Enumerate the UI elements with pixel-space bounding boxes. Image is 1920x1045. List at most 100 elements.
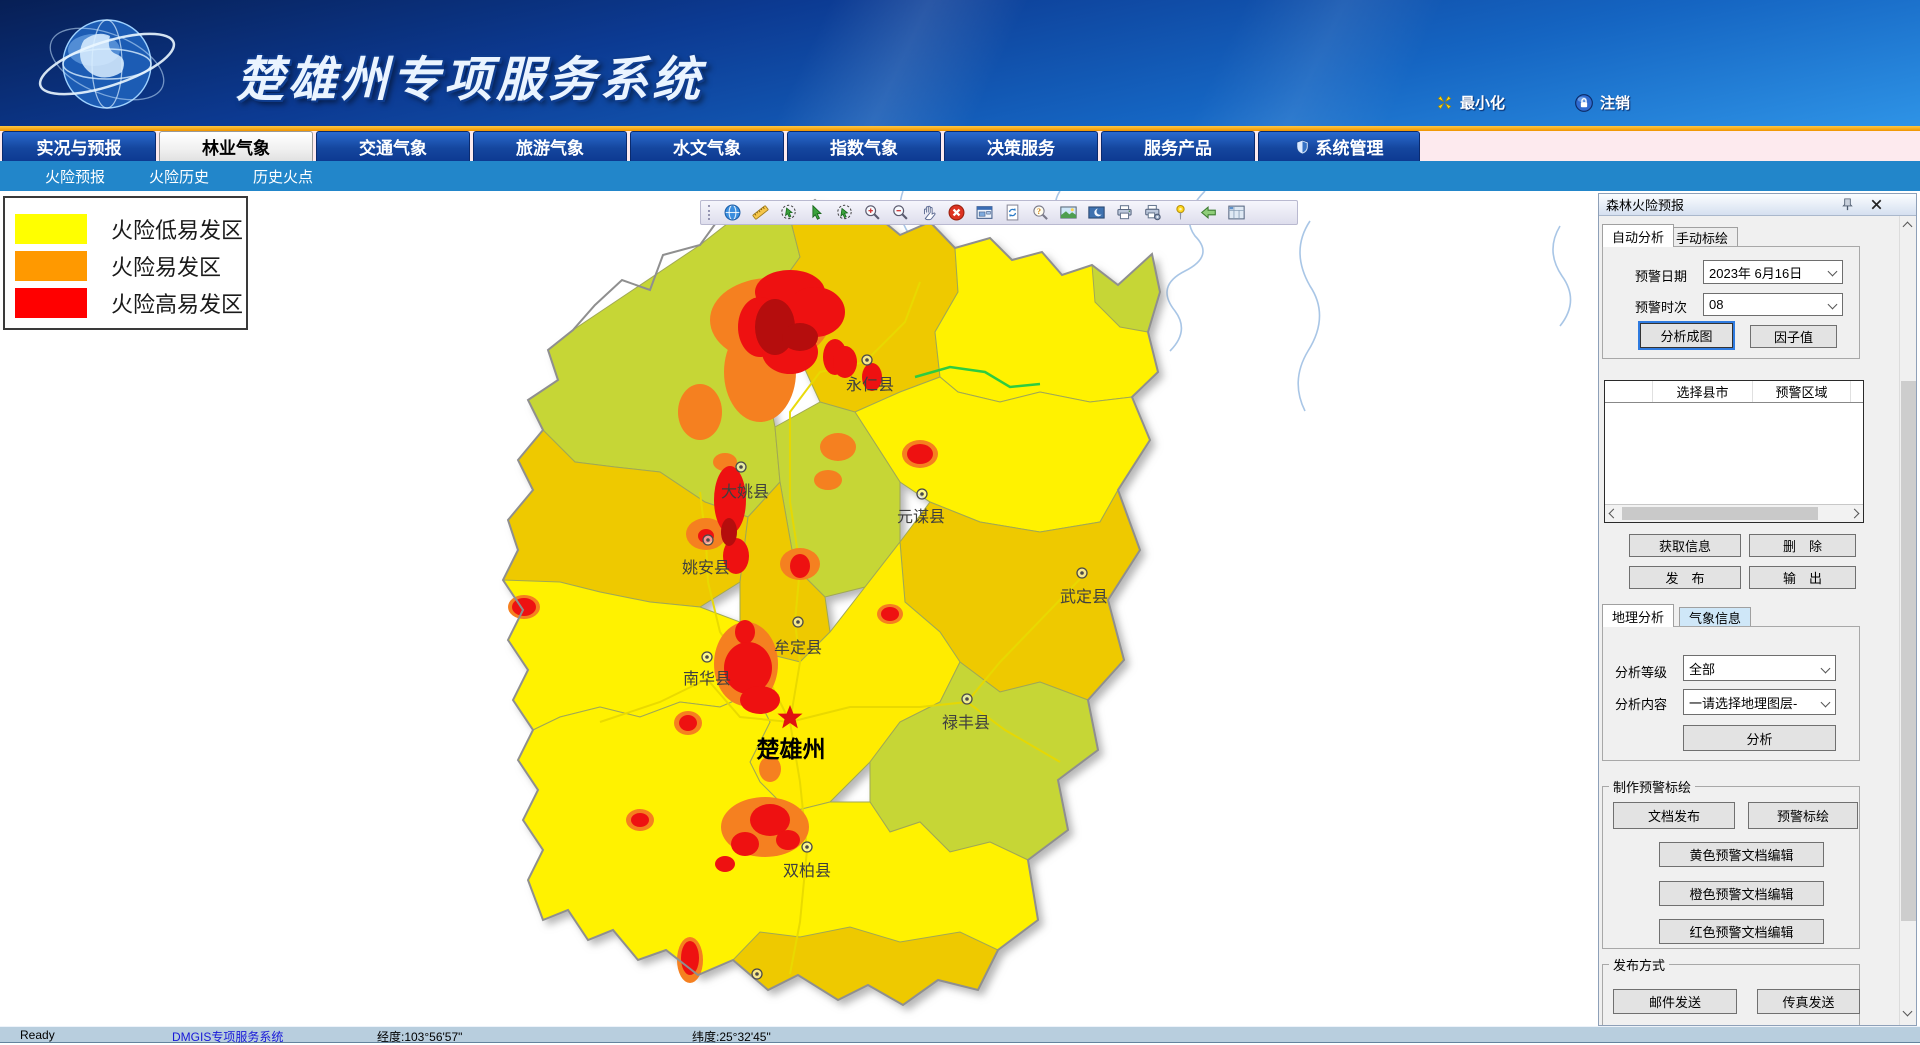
doc-publish-button[interactable]: 文档发布 <box>1613 802 1735 829</box>
subnav-fire-risk-forecast[interactable]: 火险预报 <box>45 166 105 187</box>
low-risk-swatch <box>15 214 87 244</box>
status-system-name[interactable]: DMGIS专项服务系统 <box>172 1028 283 1045</box>
tab-weather-info[interactable]: 气象信息 <box>1679 607 1751 627</box>
svg-text:双柏县: 双柏县 <box>783 862 831 880</box>
identify-icon[interactable]: ? <box>1032 204 1049 221</box>
tab-decision-service[interactable]: 决策服务 <box>944 131 1098 161</box>
forest-fire-forecast-panel: 森林火险预报 自动分析 手动标绘 预警日期 2023年 6月16日 预警时次 0… <box>1598 193 1917 1026</box>
tab-tourism-weather[interactable]: 旅游气象 <box>473 131 627 161</box>
analysis-level-select[interactable]: 全部 <box>1683 655 1836 681</box>
warn-time-select[interactable]: 08 <box>1703 293 1843 316</box>
svg-text:大姚县: 大姚县 <box>721 483 769 501</box>
status-longitude: 经度:103°56'57" <box>377 1028 462 1045</box>
legend-item-high: 火险高易发区 <box>15 284 246 321</box>
logout-button[interactable]: 注销 <box>1575 92 1630 113</box>
print-setup-icon[interactable] <box>1144 204 1161 221</box>
tab-system-management[interactable]: 系统管理 <box>1258 131 1420 161</box>
scrollbar-thumb[interactable] <box>1901 381 1916 921</box>
app-header: 楚雄州专项服务系统 最小化 注销 <box>0 0 1920 126</box>
scroll-left-icon[interactable] <box>1609 509 1619 519</box>
scroll-down-icon[interactable] <box>1903 1007 1913 1017</box>
scroll-right-icon[interactable] <box>1850 509 1860 519</box>
stop-icon[interactable] <box>948 204 965 221</box>
zoom-in-icon[interactable] <box>864 204 881 221</box>
medium-risk-swatch <box>15 251 87 281</box>
orange-warning-doc-button[interactable]: 橙色预警文档编辑 <box>1659 881 1824 906</box>
fax-send-button[interactable]: 传真发送 <box>1757 989 1860 1014</box>
analysis-content-label: 分析内容 <box>1615 694 1667 713</box>
close-icon[interactable] <box>1869 197 1884 212</box>
pan-icon[interactable] <box>920 204 937 221</box>
publish-button[interactable]: 发 布 <box>1629 566 1741 589</box>
delete-button[interactable]: 删 除 <box>1749 534 1856 557</box>
prefecture-label: 楚雄州 <box>757 736 826 762</box>
analyze-button[interactable]: 分析 <box>1683 725 1836 751</box>
pin-icon[interactable] <box>1840 197 1855 212</box>
tab-hydrology-weather[interactable]: 水文气象 <box>630 131 784 161</box>
analysis-level-value: 全部 <box>1689 659 1715 678</box>
chevron-down-icon <box>1828 300 1838 310</box>
measure-icon[interactable] <box>752 204 769 221</box>
yellow-warning-doc-button[interactable]: 黄色预警文档编辑 <box>1659 842 1824 867</box>
zoom-out-icon[interactable] <box>892 204 909 221</box>
county-shuangbai-south[interactable] <box>733 927 998 1005</box>
warn-date-label: 预警日期 <box>1635 266 1687 285</box>
tab-manual-plot[interactable]: 手动标绘 <box>1666 227 1738 247</box>
svg-text:?: ? <box>1037 207 1041 216</box>
shield-icon <box>1295 139 1310 155</box>
table-header-county: 选择县市 <box>1653 381 1753 402</box>
night-image-icon[interactable] <box>1088 204 1105 221</box>
get-info-button[interactable]: 获取信息 <box>1629 534 1741 557</box>
globe-icon[interactable] <box>724 204 741 221</box>
tab-index-weather[interactable]: 指数气象 <box>787 131 941 161</box>
export-button[interactable]: 输 出 <box>1749 566 1856 589</box>
back-icon[interactable] <box>1200 204 1217 221</box>
table-hscrollbar[interactable] <box>1605 504 1863 522</box>
analysis-content-select[interactable]: 一请选择地理图层- <box>1683 689 1836 715</box>
table-header-row: 选择县市 预警区域 预警 <box>1605 381 1863 403</box>
marker-icon[interactable] <box>1172 204 1189 221</box>
status-bar: Ready DMGIS专项服务系统 经度:103°56'57" 纬度:25°32… <box>0 1026 1920 1043</box>
sub-nav: 火险预报 火险历史 历史火点 <box>0 161 1920 191</box>
panel-scrollbar[interactable] <box>1899 216 1916 1025</box>
hscrollbar-thumb[interactable] <box>1622 507 1818 520</box>
publish-group-label: 发布方式 <box>1609 955 1669 974</box>
warn-date-select[interactable]: 2023年 6月16日 <box>1703 260 1843 284</box>
select-area-icon[interactable] <box>780 204 797 221</box>
lock-icon <box>1575 94 1593 112</box>
refresh-icon[interactable] <box>1004 204 1021 221</box>
tab-traffic-weather[interactable]: 交通气象 <box>316 131 470 161</box>
full-extent-icon[interactable] <box>976 204 993 221</box>
select-circle-icon[interactable] <box>836 204 853 221</box>
analyze-map-button[interactable]: 分析成图 <box>1640 323 1733 348</box>
svg-text:牟定县: 牟定县 <box>774 639 822 657</box>
warning-table[interactable]: 选择县市 预警区域 预警 <box>1604 380 1864 523</box>
svg-text:禄丰县: 禄丰县 <box>942 714 990 732</box>
scroll-up-icon[interactable] <box>1903 222 1913 232</box>
main-nav: 实况与预报 林业气象 交通气象 旅游气象 水文气象 指数气象 决策服务 服务产品… <box>0 131 1920 161</box>
tab-geo-analysis[interactable]: 地理分析 <box>1602 604 1674 627</box>
subnav-historical-fire-points[interactable]: 历史火点 <box>253 166 313 187</box>
subnav-fire-risk-history[interactable]: 火险历史 <box>149 166 209 187</box>
pointer-icon[interactable] <box>808 204 825 221</box>
toolbar-gr ip-handle[interactable] <box>708 205 712 220</box>
layout-icon[interactable] <box>1228 204 1245 221</box>
map-toolbar: ? <box>700 200 1298 225</box>
warn-plot-button[interactable]: 预警标绘 <box>1748 802 1858 829</box>
print-icon[interactable] <box>1116 204 1133 221</box>
email-send-button[interactable]: 邮件发送 <box>1613 989 1737 1014</box>
chevron-down-icon <box>1821 698 1831 708</box>
minimize-button[interactable]: 最小化 <box>1436 92 1505 113</box>
red-warning-doc-button[interactable]: 红色预警文档编辑 <box>1659 919 1824 944</box>
panel-titlebar: 森林火险预报 <box>1599 194 1916 216</box>
factor-value-button[interactable]: 因子值 <box>1750 325 1837 348</box>
tab-auto-analysis[interactable]: 自动分析 <box>1602 224 1674 247</box>
tab-service-products[interactable]: 服务产品 <box>1101 131 1255 161</box>
tab-realtime-forecast[interactable]: 实况与预报 <box>2 131 156 161</box>
panel-title-text: 森林火险预报 <box>1606 195 1684 214</box>
table-header-select <box>1605 381 1653 402</box>
analysis-level-label: 分析等级 <box>1615 662 1667 681</box>
tab-forestry-weather[interactable]: 林业气象 <box>159 131 313 161</box>
chevron-down-icon <box>1821 664 1831 674</box>
image-icon[interactable] <box>1060 204 1077 221</box>
